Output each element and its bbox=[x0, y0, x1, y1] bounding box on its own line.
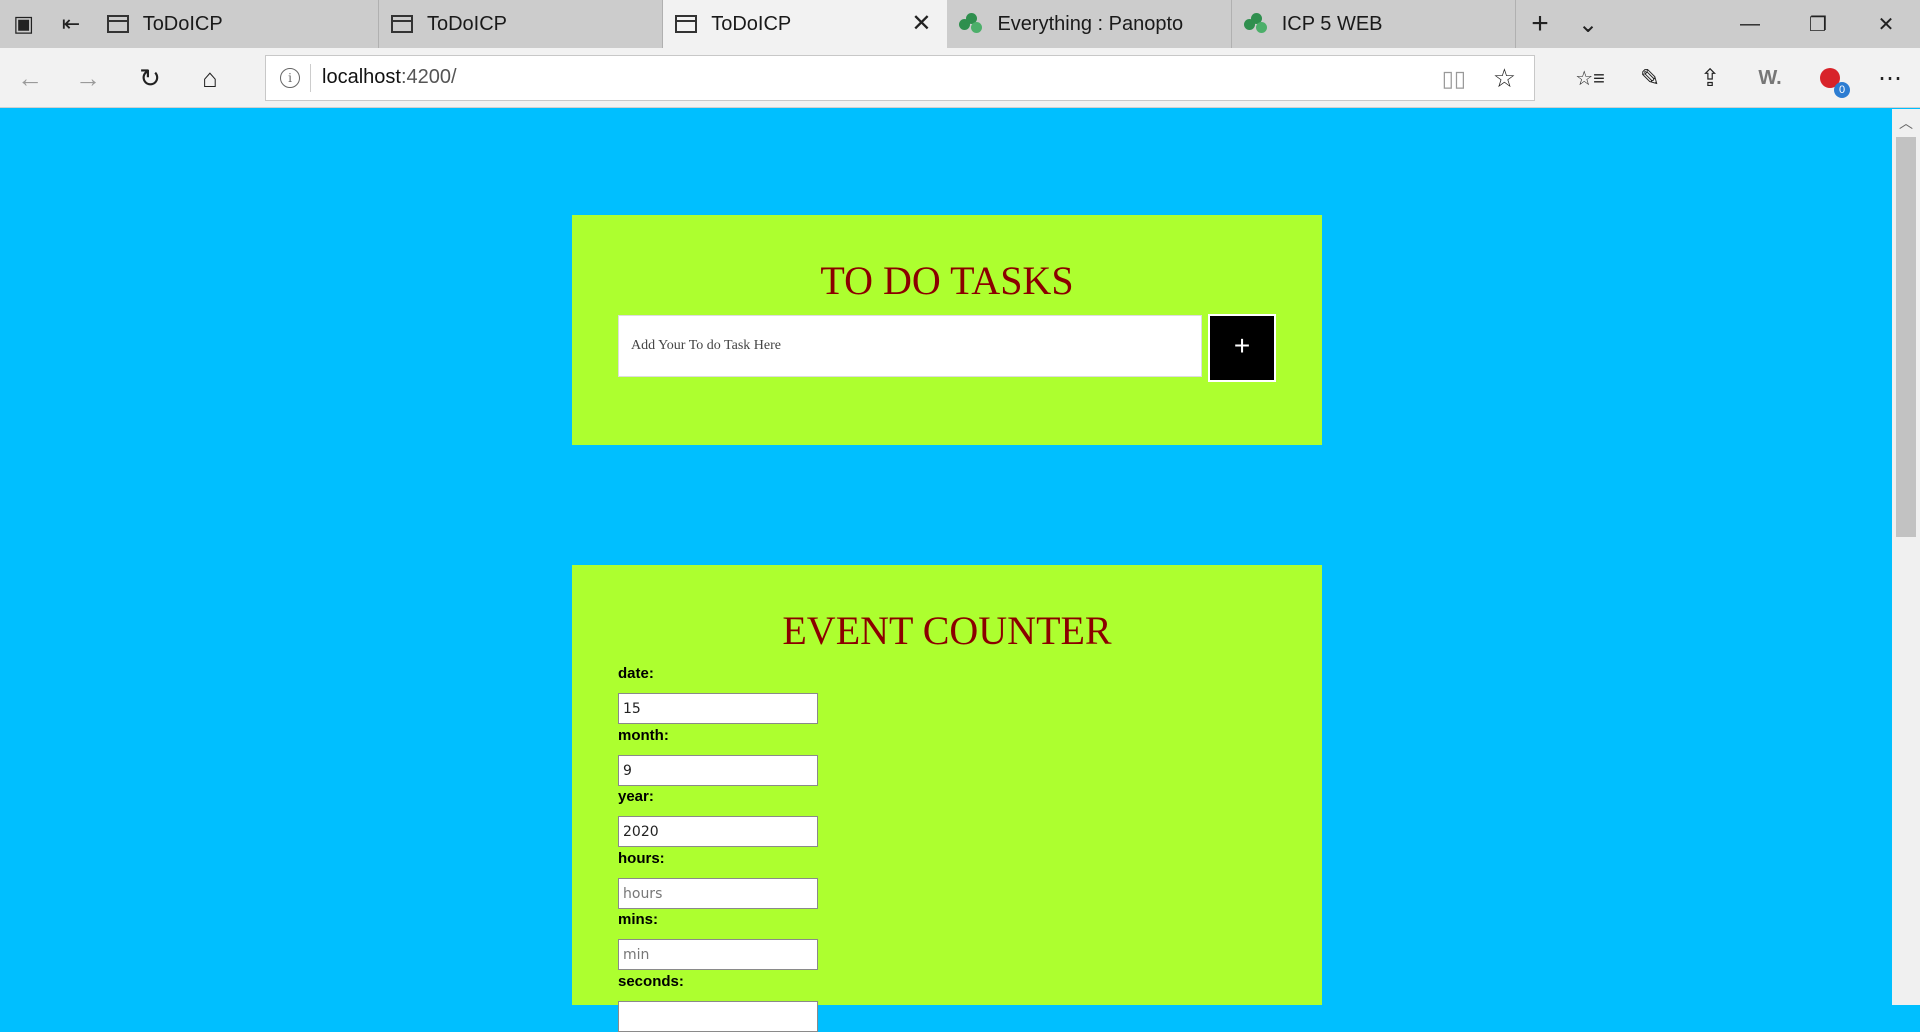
forward-icon[interactable]: → bbox=[64, 54, 112, 102]
scroll-thumb[interactable] bbox=[1896, 137, 1916, 537]
tab-title: ICP 5 WEB bbox=[1281, 12, 1383, 35]
tab-todoicp-1[interactable]: ToDoICP bbox=[95, 0, 379, 48]
address-field[interactable]: i localhost:4200/ ▯▯ ☆ bbox=[265, 55, 1535, 101]
tab-title: ToDoICP bbox=[142, 12, 223, 35]
tab-list-chevron-icon[interactable]: ⌄ bbox=[1564, 0, 1612, 48]
w-extension-icon[interactable]: W. bbox=[1740, 54, 1800, 102]
refresh-icon[interactable]: ↻ bbox=[126, 54, 174, 102]
mins-label: mins: bbox=[618, 911, 659, 928]
address-bar-row: ← → ↻ ⌂ i localhost:4200/ ▯▯ ☆ ☆≡ ✎ ⇪ W.… bbox=[0, 48, 1920, 108]
month-label: month: bbox=[618, 727, 669, 744]
set-tabs-aside-icon[interactable]: ⇤ bbox=[47, 0, 94, 48]
page-icon bbox=[675, 15, 698, 33]
extension-red-icon[interactable]: 0 bbox=[1800, 54, 1860, 102]
more-icon[interactable]: ⋯ bbox=[1860, 54, 1920, 102]
window-close-icon[interactable]: ✕ bbox=[1852, 0, 1920, 48]
vertical-scrollbar[interactable]: ︿ bbox=[1892, 109, 1920, 1005]
todo-task-input[interactable] bbox=[618, 315, 1202, 377]
tab-title: ToDoICP bbox=[711, 12, 792, 35]
tab-todoicp-active[interactable]: ToDoICP ✕ bbox=[663, 0, 948, 48]
favorites-icon[interactable]: ☆≡ bbox=[1560, 54, 1620, 102]
panopto-icon bbox=[1243, 13, 1270, 35]
hours-field[interactable] bbox=[618, 878, 818, 909]
tab-title: ToDoICP bbox=[426, 12, 507, 35]
url-text[interactable]: localhost:4200/ bbox=[322, 66, 457, 89]
page-icon bbox=[106, 15, 129, 33]
home-icon[interactable]: ⌂ bbox=[186, 54, 234, 102]
hours-label: hours: bbox=[618, 850, 665, 867]
url-path: :4200/ bbox=[400, 66, 457, 88]
extension-badge: 0 bbox=[1834, 82, 1850, 98]
add-favorite-icon[interactable]: ☆ bbox=[1493, 63, 1516, 94]
event-counter-title: EVENT COUNTER bbox=[782, 608, 1112, 653]
back-icon[interactable]: ← bbox=[6, 54, 54, 102]
url-host: localhost bbox=[322, 66, 401, 88]
url-divider bbox=[310, 64, 311, 92]
tab-bar: ▣ ⇤ ToDoICP ToDoICP ToDoICP ✕ Everything… bbox=[0, 0, 1920, 48]
minimize-icon[interactable]: — bbox=[1716, 0, 1784, 48]
page-icon bbox=[390, 15, 413, 33]
site-info-icon[interactable]: i bbox=[280, 68, 300, 88]
seconds-field[interactable] bbox=[618, 1001, 818, 1032]
close-tab-icon[interactable]: ✕ bbox=[911, 12, 931, 36]
tab-todoicp-2[interactable]: ToDoICP bbox=[379, 0, 664, 48]
mins-field[interactable] bbox=[618, 939, 818, 970]
share-icon[interactable]: ⇪ bbox=[1680, 54, 1740, 102]
event-counter-panel: EVENT COUNTER date: month: year: hours: … bbox=[572, 565, 1322, 1032]
todo-title: TO DO TASKS bbox=[820, 258, 1074, 303]
add-task-button[interactable]: + bbox=[1208, 314, 1276, 382]
date-label: date: bbox=[618, 665, 654, 682]
tab-panopto[interactable]: Everything : Panopto bbox=[947, 0, 1232, 48]
scroll-up-icon[interactable]: ︿ bbox=[1892, 113, 1920, 131]
year-label: year: bbox=[618, 788, 654, 805]
month-field[interactable] bbox=[618, 755, 818, 786]
browser-toolbar: ☆≡ ✎ ⇪ W. 0 ⋯ bbox=[1560, 54, 1920, 102]
restore-icon[interactable]: ❐ bbox=[1784, 0, 1852, 48]
seconds-label: seconds: bbox=[618, 973, 684, 990]
todo-panel: TO DO TASKS + bbox=[572, 215, 1322, 445]
reading-view-icon[interactable]: ▯▯ bbox=[1442, 66, 1466, 92]
pen-icon[interactable]: ✎ bbox=[1620, 54, 1680, 102]
tabbar-right: + ⌄ — ❐ ✕ bbox=[1516, 0, 1920, 48]
tab-icp5web[interactable]: ICP 5 WEB bbox=[1232, 0, 1516, 48]
new-tab-icon[interactable]: + bbox=[1516, 0, 1564, 48]
tab-actions-icon[interactable]: ▣ bbox=[0, 0, 47, 48]
year-field[interactable] bbox=[618, 816, 818, 847]
tab-title: Everything : Panopto bbox=[997, 12, 1184, 35]
date-field[interactable] bbox=[618, 693, 818, 724]
panopto-icon bbox=[959, 13, 985, 35]
